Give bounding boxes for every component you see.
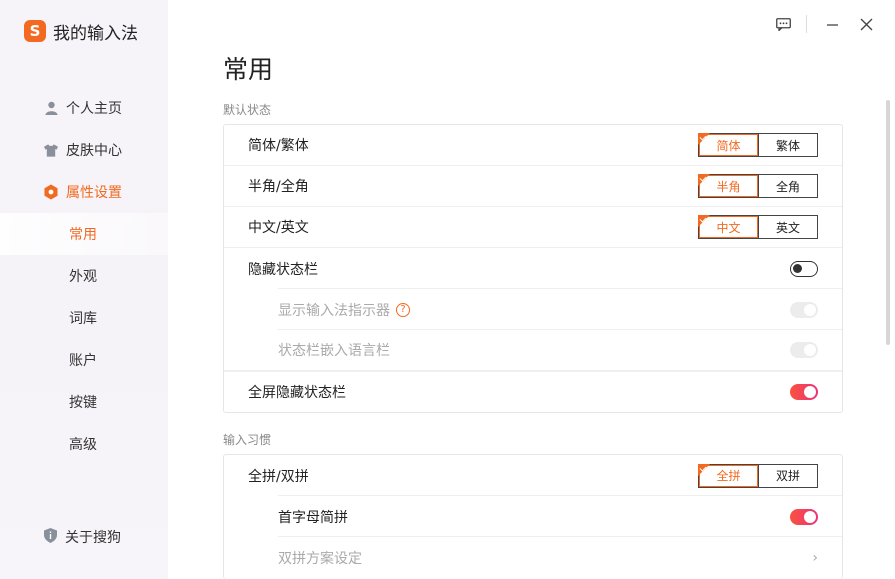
app-title: 我的输入法	[53, 23, 138, 44]
initial-abbr-toggle[interactable]	[790, 508, 818, 525]
row-label-wrap: 显示输入法指示器 ?	[278, 300, 410, 320]
option-english[interactable]: 英文	[758, 216, 817, 238]
chevron-right-icon: ›	[812, 549, 818, 566]
show-indicator-toggle[interactable]	[790, 301, 818, 318]
minimize-icon[interactable]	[819, 14, 845, 34]
option-full-width[interactable]: 全角	[758, 175, 817, 197]
toggle-knob	[804, 510, 816, 523]
sidebar: S 我的输入法 个人主页 皮肤中心 属性设置 常用 外观 词库 账户 按键 高级	[0, 0, 168, 579]
sidebar-subitem-lexicon[interactable]: 词库	[0, 297, 168, 339]
cn-en-segmented: 中文 英文	[698, 215, 818, 239]
sidebar-subitem-appearance[interactable]: 外观	[0, 255, 168, 297]
option-half-width[interactable]: 半角	[698, 174, 758, 197]
shirt-icon	[44, 143, 58, 157]
option-full-pinyin[interactable]: 全拼	[698, 463, 758, 487]
hexagon-settings-icon	[44, 184, 58, 200]
row-show-indicator: 显示输入法指示器 ?	[224, 289, 842, 330]
option-traditional[interactable]: 繁体	[758, 134, 817, 156]
row-label: 简体/繁体	[248, 138, 309, 154]
sidebar-item-about[interactable]: 关于搜狗	[44, 527, 121, 547]
card-input-habits: 全拼/双拼 全拼 双拼 首字母简拼 双拼方案设定 ›	[223, 454, 843, 579]
toggle-knob	[804, 386, 816, 398]
row-double-scheme[interactable]: 双拼方案设定 ›	[224, 537, 842, 578]
row-label: 全屏隐藏状态栏	[248, 385, 346, 401]
toggle-knob	[804, 303, 816, 316]
app-header: S 我的输入法	[24, 18, 138, 44]
sidebar-subitem-advanced[interactable]: 高级	[0, 423, 168, 465]
card-default-state: 简体/繁体 简体 繁体 半角/全角 半角 全角 中文/英文 中文 英文 隐藏状态…	[223, 124, 843, 413]
row-simp-trad: 简体/繁体 简体 繁体	[224, 125, 842, 166]
row-label: 中文/英文	[248, 220, 309, 236]
sidebar-item-profile[interactable]: 个人主页	[0, 87, 168, 129]
sidebar-item-label: 个人主页	[66, 101, 122, 117]
scrollbar[interactable]	[886, 100, 890, 345]
sogou-logo-icon: S	[24, 20, 46, 42]
row-cn-en: 中文/英文 中文 英文	[224, 207, 842, 248]
user-icon	[44, 101, 58, 115]
row-label: 首字母简拼	[278, 509, 348, 526]
toggle-knob	[793, 263, 802, 273]
row-hide-status-bar: 隐藏状态栏	[224, 248, 842, 289]
row-embed-lang-bar: 状态栏嵌入语言栏	[224, 330, 842, 371]
window-controls	[770, 14, 879, 34]
half-full-segmented: 半角 全角	[698, 174, 818, 198]
row-label: 隐藏状态栏	[248, 261, 318, 278]
controls-divider	[806, 15, 807, 33]
option-double-pinyin[interactable]: 双拼	[758, 464, 817, 487]
fullscreen-hide-toggle[interactable]	[790, 384, 818, 400]
full-double-segmented: 全拼 双拼	[698, 463, 818, 488]
row-label: 显示输入法指示器	[278, 302, 390, 319]
toggle-knob	[804, 344, 816, 356]
row-fullscreen-hide: 全屏隐藏状态栏	[224, 371, 842, 412]
help-icon[interactable]: ?	[396, 302, 410, 317]
sidebar-subitem-keys[interactable]: 按键	[0, 381, 168, 423]
shield-info-icon	[44, 527, 57, 547]
message-icon[interactable]	[770, 14, 796, 34]
close-icon[interactable]	[853, 14, 879, 34]
option-simplified[interactable]: 简体	[698, 133, 758, 156]
row-label: 半角/全角	[248, 179, 309, 195]
sidebar-nav: 个人主页 皮肤中心 属性设置 常用 外观 词库 账户 按键 高级	[0, 87, 168, 465]
about-label: 关于搜狗	[65, 530, 121, 546]
sidebar-subitem-common[interactable]: 常用	[0, 213, 168, 255]
hide-status-bar-toggle[interactable]	[790, 260, 818, 277]
row-label: 状态栏嵌入语言栏	[278, 343, 390, 359]
page-title: 常用	[223, 55, 274, 84]
sidebar-item-label: 皮肤中心	[66, 143, 122, 159]
row-half-full: 半角/全角 半角 全角	[224, 166, 842, 207]
sidebar-item-label: 属性设置	[66, 185, 122, 201]
sidebar-subitem-account[interactable]: 账户	[0, 339, 168, 381]
row-label: 双拼方案设定	[278, 550, 362, 567]
simp-trad-segmented: 简体 繁体	[698, 133, 818, 157]
sidebar-item-settings[interactable]: 属性设置	[0, 171, 168, 213]
row-initial-abbr: 首字母简拼	[224, 496, 842, 537]
row-label: 全拼/双拼	[248, 468, 309, 485]
option-chinese[interactable]: 中文	[698, 215, 758, 238]
section-label-input-habits: 输入习惯	[223, 433, 272, 447]
row-full-double-pinyin: 全拼/双拼 全拼 双拼	[224, 455, 842, 496]
section-label-default-state: 默认状态	[223, 103, 272, 117]
embed-lang-bar-toggle[interactable]	[790, 342, 818, 358]
sidebar-item-skins[interactable]: 皮肤中心	[0, 129, 168, 171]
